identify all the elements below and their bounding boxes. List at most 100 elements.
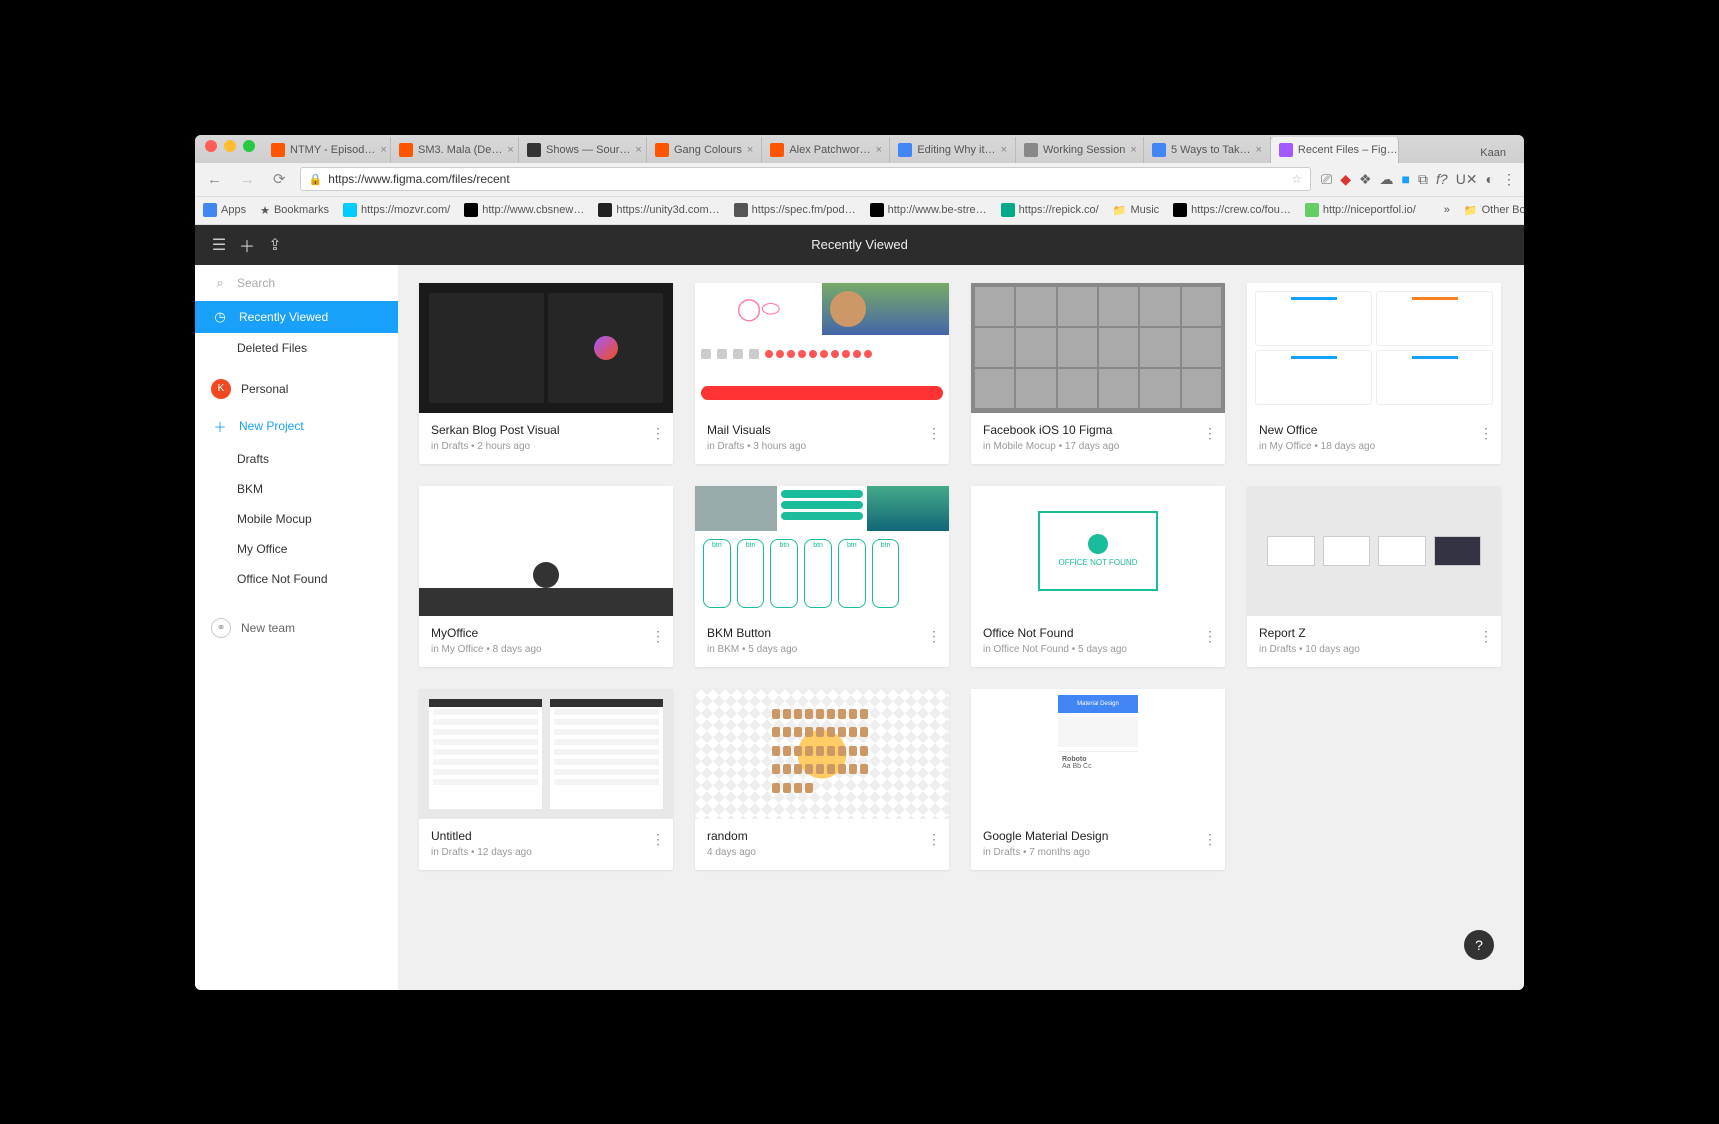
- file-card[interactable]: random 4 days ago ⋮: [695, 689, 949, 870]
- file-menu-icon[interactable]: ⋮: [651, 425, 665, 442]
- forward-button[interactable]: →: [236, 169, 259, 190]
- window-minimize-button[interactable]: [224, 140, 236, 152]
- browser-tab[interactable]: Editing Why it…×: [890, 137, 1016, 163]
- url-input[interactable]: 🔒 https://www.figma.com/files/recent ☆: [300, 167, 1311, 191]
- file-menu-icon[interactable]: ⋮: [927, 628, 941, 645]
- apps-button[interactable]: Apps: [203, 203, 246, 217]
- file-thumbnail: [419, 486, 673, 616]
- sidebar-item-new-project[interactable]: ＋ New Project: [195, 409, 398, 444]
- window-close-button[interactable]: [205, 140, 217, 152]
- ext-icon-1[interactable]: ◆: [1340, 171, 1351, 188]
- sidebar-item-project[interactable]: Mobile Mocup: [195, 504, 398, 534]
- file-card[interactable]: Serkan Blog Post Visual in Drafts • 2 ho…: [419, 283, 673, 464]
- file-card[interactable]: btnbtnbtnbtnbtnbtn BKM Button in BKM • 5…: [695, 486, 949, 667]
- window-maximize-button[interactable]: [243, 140, 255, 152]
- reload-button[interactable]: ⟳: [269, 168, 290, 190]
- ext-icon-5[interactable]: ⧉: [1418, 171, 1428, 188]
- file-card[interactable]: OFFICE NOT FOUND Office Not Found in Off…: [971, 486, 1225, 667]
- file-card[interactable]: ◯⬭ Mail Visuals in Drafts • 3 hours ago …: [695, 283, 949, 464]
- file-card[interactable]: New Office in My Office • 18 days ago ⋮: [1247, 283, 1501, 464]
- sidebar-item-project[interactable]: Office Not Found: [195, 564, 398, 594]
- tab-label: Alex Patchwor…: [789, 144, 870, 156]
- file-card[interactable]: Facebook iOS 10 Figma in Mobile Mocup • …: [971, 283, 1225, 464]
- back-button[interactable]: ←: [203, 169, 226, 190]
- close-icon[interactable]: ×: [635, 144, 641, 156]
- close-icon[interactable]: ×: [507, 144, 513, 156]
- browser-window: NTMY - Episod…×SM3. Mala (De…×Shows — So…: [195, 135, 1524, 990]
- file-grid-content: Serkan Blog Post Visual in Drafts • 2 ho…: [399, 265, 1524, 990]
- sidebar-item-label: Drafts: [237, 452, 269, 466]
- browser-tab[interactable]: 5 Ways to Tak…×: [1144, 137, 1271, 163]
- bookmark-folder[interactable]: 📁 Music: [1113, 204, 1159, 217]
- bookmark-item[interactable]: http://www.be-stre…: [870, 203, 987, 217]
- sidebar-section-personal[interactable]: K Personal: [195, 369, 398, 409]
- bookmark-item[interactable]: ★ Bookmarks: [260, 204, 329, 217]
- close-icon[interactable]: ×: [876, 144, 882, 156]
- file-card[interactable]: Material DesignRobotoAa Bb Cc Google Mat…: [971, 689, 1225, 870]
- file-card[interactable]: MyOffice in My Office • 8 days ago ⋮: [419, 486, 673, 667]
- import-icon[interactable]: ⇪: [261, 231, 289, 259]
- menu-icon[interactable]: ☰: [205, 231, 233, 259]
- ext-icon-3[interactable]: ☁: [1380, 171, 1394, 188]
- file-thumbnail: [419, 689, 673, 819]
- sidebar-item-project[interactable]: My Office: [195, 534, 398, 564]
- sidebar-item-new-team[interactable]: ⚭ New team: [195, 608, 398, 648]
- browser-tab[interactable]: Gang Colours×: [647, 137, 762, 163]
- file-title: BKM Button: [707, 626, 937, 640]
- file-menu-icon[interactable]: ⋮: [651, 831, 665, 848]
- close-icon[interactable]: ×: [747, 144, 753, 156]
- file-menu-icon[interactable]: ⋮: [1479, 628, 1493, 645]
- browser-tab[interactable]: Alex Patchwor… ×: [762, 137, 890, 163]
- file-menu-icon[interactable]: ⋮: [927, 425, 941, 442]
- ext-icon-2[interactable]: ❖: [1359, 171, 1372, 188]
- file-menu-icon[interactable]: ⋮: [1203, 831, 1217, 848]
- close-icon[interactable]: ×: [380, 144, 386, 156]
- browser-tab[interactable]: Shows — Sour…×: [519, 137, 647, 163]
- sidebar-item-project[interactable]: Drafts: [195, 444, 398, 474]
- sidebar-item-label: Mobile Mocup: [237, 512, 312, 526]
- bookmarks-overflow[interactable]: »: [1444, 204, 1450, 216]
- bookmark-item[interactable]: https://crew.co/fou…: [1173, 203, 1291, 217]
- bookmark-item[interactable]: https://repick.co/: [1001, 203, 1099, 217]
- bookmark-item[interactable]: https://mozvr.com/: [343, 203, 450, 217]
- help-button[interactable]: ?: [1464, 930, 1494, 960]
- file-card[interactable]: Untitled in Drafts • 12 days ago ⋮: [419, 689, 673, 870]
- browser-tab[interactable]: SM3. Mala (De…×: [391, 137, 519, 163]
- file-subtitle: in My Office • 18 days ago: [1259, 441, 1489, 452]
- sidebar-item-deleted-files[interactable]: Deleted Files: [195, 333, 398, 363]
- close-icon[interactable]: ×: [1001, 144, 1007, 156]
- favicon: [1279, 143, 1293, 157]
- sidebar-item-recently-viewed[interactable]: ◷ Recently Viewed: [195, 301, 398, 333]
- bookmark-item[interactable]: https://spec.fm/pod…: [734, 203, 856, 217]
- ext-icon-8[interactable]: ◐: [1486, 171, 1494, 188]
- file-menu-icon[interactable]: ⋮: [1203, 425, 1217, 442]
- cast-icon[interactable]: ⎚: [1321, 171, 1332, 188]
- star-icon[interactable]: ☆: [1291, 172, 1302, 186]
- chrome-menu-icon[interactable]: ⋮: [1502, 171, 1516, 188]
- close-icon[interactable]: ×: [1255, 144, 1261, 156]
- close-icon[interactable]: ×: [1130, 144, 1136, 156]
- bookmark-item[interactable]: https://unity3d.com…: [598, 203, 719, 217]
- sidebar-item-label: Recently Viewed: [239, 310, 328, 324]
- file-menu-icon[interactable]: ⋮: [651, 628, 665, 645]
- file-subtitle: in My Office • 8 days ago: [431, 644, 661, 655]
- ext-icon-4[interactable]: ■: [1402, 171, 1410, 188]
- new-file-icon[interactable]: ＋: [233, 231, 261, 259]
- file-menu-icon[interactable]: ⋮: [927, 831, 941, 848]
- search-input[interactable]: ⌕ Search: [195, 265, 398, 301]
- other-bookmarks[interactable]: 📁 Other Bookmarks: [1464, 204, 1524, 217]
- ext-icon-6[interactable]: f?: [1436, 171, 1448, 188]
- file-card[interactable]: Report Z in Drafts • 10 days ago ⋮: [1247, 486, 1501, 667]
- browser-tab[interactable]: Recent Files – Fig…×: [1271, 137, 1399, 163]
- browser-profile[interactable]: Kaan: [1470, 143, 1516, 163]
- bookmark-item[interactable]: http://niceportfol.io/: [1305, 203, 1416, 217]
- file-menu-icon[interactable]: ⋮: [1479, 425, 1493, 442]
- browser-tab[interactable]: NTMY - Episod…×: [263, 137, 391, 163]
- browser-tab[interactable]: Working Session×: [1016, 137, 1144, 163]
- ext-icon-7[interactable]: U✕: [1456, 171, 1478, 188]
- file-menu-icon[interactable]: ⋮: [1203, 628, 1217, 645]
- sidebar-item-project[interactable]: BKM: [195, 474, 398, 504]
- address-bar-row: ← → ⟳ 🔒 https://www.figma.com/files/rece…: [195, 163, 1524, 197]
- tab-label: Recent Files – Fig…: [1298, 144, 1398, 156]
- bookmark-item[interactable]: http://www.cbsnew…: [464, 203, 584, 217]
